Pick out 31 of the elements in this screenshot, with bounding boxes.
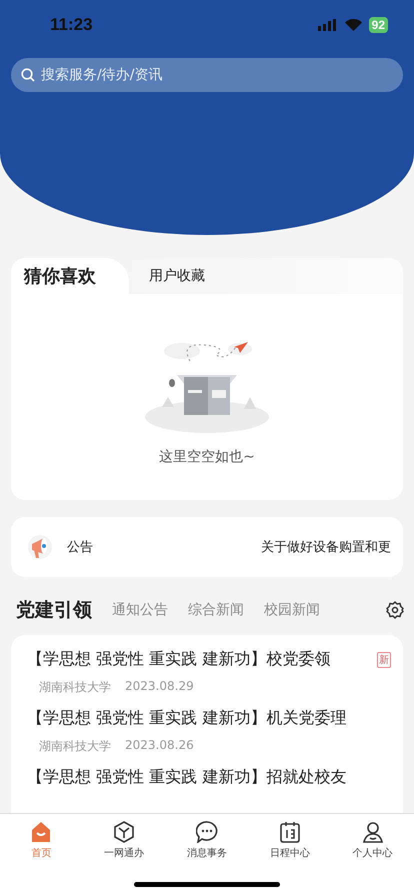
empty-message: 这里空空如也~ [159, 448, 255, 466]
tab-bar-item[interactable]: 个人中心 [331, 821, 414, 860]
calendar-icon [278, 821, 301, 843]
news-title[interactable]: 【学思想 强党性 重实践 建新功】招就处校友 [27, 767, 346, 788]
notice-label: 公告 [67, 539, 94, 556]
notice-text[interactable]: 关于做好设备购置和更 [261, 538, 403, 556]
tab-bar-item[interactable]: 日程中心 [248, 821, 332, 860]
tab-bar-item[interactable]: 一网通办 [82, 821, 166, 860]
news-date: 2023.08.29 [125, 679, 194, 695]
home-icon [30, 821, 52, 843]
cube-icon [113, 821, 136, 843]
search-field[interactable]: 搜索服务/待办/资讯 [11, 58, 403, 92]
new-badge: 新 [377, 652, 391, 668]
news-title[interactable]: 【学思想 强党性 重实践 建新功】机关党委理 [27, 708, 346, 729]
news-source: 湖南科技大学 [39, 738, 111, 755]
notice-bar[interactable]: 公告 关于做好设备购置和更 [11, 517, 403, 577]
tab-bar-item[interactable]: 消息事务 [166, 821, 248, 860]
wifi-icon [344, 19, 362, 31]
status-time: 11:23 [50, 15, 93, 35]
news-date: 2023.08.26 [125, 738, 194, 754]
person-icon [362, 821, 384, 843]
chat-icon [196, 821, 218, 843]
news-tab[interactable]: 党建引领 [16, 597, 92, 623]
favorites-tab[interactable]: 用户收藏 [129, 258, 225, 294]
favorites-tab[interactable]: 猜你喜欢 [11, 258, 129, 294]
signal-icon [318, 19, 338, 31]
megaphone-icon [27, 534, 53, 560]
news-source: 湖南科技大学 [39, 679, 111, 696]
news-title[interactable]: 【学思想 强党性 重实践 建新功】校党委领 [27, 649, 330, 670]
battery-icon: 92 [368, 17, 388, 33]
settings-icon[interactable] [386, 601, 404, 619]
